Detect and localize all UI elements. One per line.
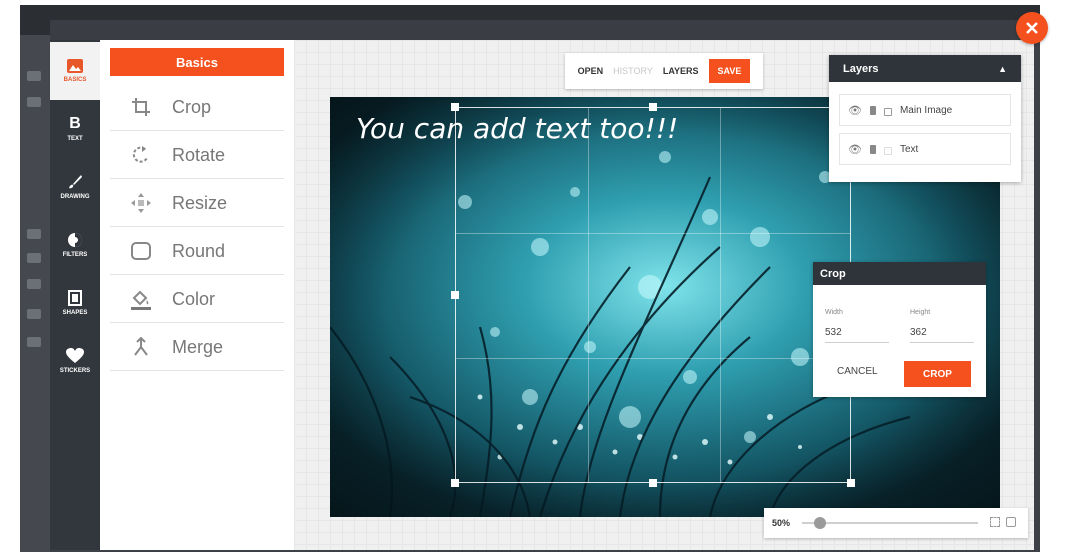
close-icon [1026,22,1038,34]
layer-row-main-image[interactable]: 👁 Main Image [839,94,1011,126]
crop-icon [110,97,172,117]
layers-header[interactable]: Layers ▲ [829,55,1021,82]
crop-panel: Crop Width Height CANCEL CROP [813,262,986,397]
tool-label: Merge [172,336,224,357]
image-icon [67,59,83,73]
tool-round[interactable]: Round [110,228,284,275]
trash-icon[interactable] [869,105,876,115]
nav-label-shapes: SHAPES [62,310,88,316]
height-field[interactable] [910,323,974,343]
tool-merge[interactable]: Merge [110,324,284,371]
filter-icon [68,233,82,247]
brush-icon [69,175,82,189]
round-corners-icon [110,242,172,260]
crop-handle-left[interactable] [451,291,459,299]
merge-icon [110,337,172,357]
crop-handle-top-left[interactable] [451,103,459,111]
tool-panel: Basics Crop Rotate Resize Round Color Me… [100,40,294,550]
height-label: Height [910,309,931,316]
crop-panel-title: Crop [813,262,986,285]
tool-rotate[interactable]: Rotate [110,132,284,179]
tool-color[interactable]: Color [110,276,284,323]
trash-icon[interactable] [869,144,876,154]
zoom-bar: 50% [764,508,1028,538]
layer-name: Main Image [899,104,953,116]
nav-item-shapes[interactable]: SHAPES [50,274,100,332]
nav-item-basics[interactable]: BASICS [50,42,100,100]
shape-icon [68,290,82,306]
tool-label: Crop [172,96,212,117]
lock-icon[interactable] [883,146,892,155]
close-button[interactable] [1016,12,1048,44]
panel-title: Basics [110,48,284,76]
cancel-button[interactable]: CANCEL [837,366,878,377]
zoom-slider-handle[interactable] [814,517,826,529]
nav-label-text: TEXT [67,136,83,142]
lock-icon[interactable] [883,107,892,116]
open-button[interactable]: OPEN [578,66,604,76]
chevron-up-icon[interactable]: ▲ [998,64,1007,74]
crop-handle-bottom-left[interactable] [451,479,459,487]
layers-button[interactable]: LAYERS [663,66,699,76]
fullscreen-icon[interactable] [1006,517,1016,527]
nav-label-stickers: STICKERS [59,368,91,374]
zoom-level: 50% [772,518,791,528]
width-field[interactable] [825,323,889,343]
tool-label: Rotate [172,144,226,165]
nav-item-filters[interactable]: FILTERS [50,216,100,274]
crop-handle-bottom-right[interactable] [847,479,855,487]
nav-label-basics: BASICS [63,77,87,83]
crop-button[interactable]: CROP [904,361,971,387]
zoom-slider[interactable] [802,517,978,529]
modal-header [50,20,1034,40]
fit-screen-icon[interactable] [990,517,1000,527]
tool-crop[interactable]: Crop [110,84,284,131]
nav-item-stickers[interactable]: STICKERS [50,332,100,390]
nav-label-filters: FILTERS [62,252,88,258]
crop-selection[interactable] [455,107,851,483]
top-toolbar: OPEN HISTORY LAYERS SAVE [565,53,763,89]
eye-icon[interactable]: 👁 [848,104,862,117]
tool-label: Round [172,240,226,261]
nav-rail: BASICS B TEXT DRAWING FILTERS SHAPES STI… [50,40,100,550]
save-button[interactable]: SAVE [708,59,751,83]
crop-handle-top[interactable] [649,103,657,111]
layers-title: Layers [843,62,879,75]
crop-handle-bottom[interactable] [649,479,657,487]
nav-item-drawing[interactable]: DRAWING [50,158,100,216]
nav-item-text[interactable]: B TEXT [50,100,100,158]
layer-row-text[interactable]: 👁 Text [839,133,1011,165]
tool-resize[interactable]: Resize [110,180,284,227]
width-label: Width [825,309,843,316]
background-sidebar [20,35,50,552]
tool-label: Resize [172,192,228,213]
tool-label: Color [172,288,216,309]
layer-name: Text [899,143,919,155]
rotate-icon [110,145,172,165]
bold-text-icon: B [69,115,81,132]
history-button[interactable]: HISTORY [613,66,653,76]
nav-label-drawing: DRAWING [60,194,90,200]
heart-icon [66,348,84,363]
resize-icon [110,192,172,214]
paint-bucket-icon [110,288,172,310]
layers-panel: Layers ▲ 👁 Main Image 👁 Text [829,55,1021,182]
eye-icon[interactable]: 👁 [848,143,862,156]
